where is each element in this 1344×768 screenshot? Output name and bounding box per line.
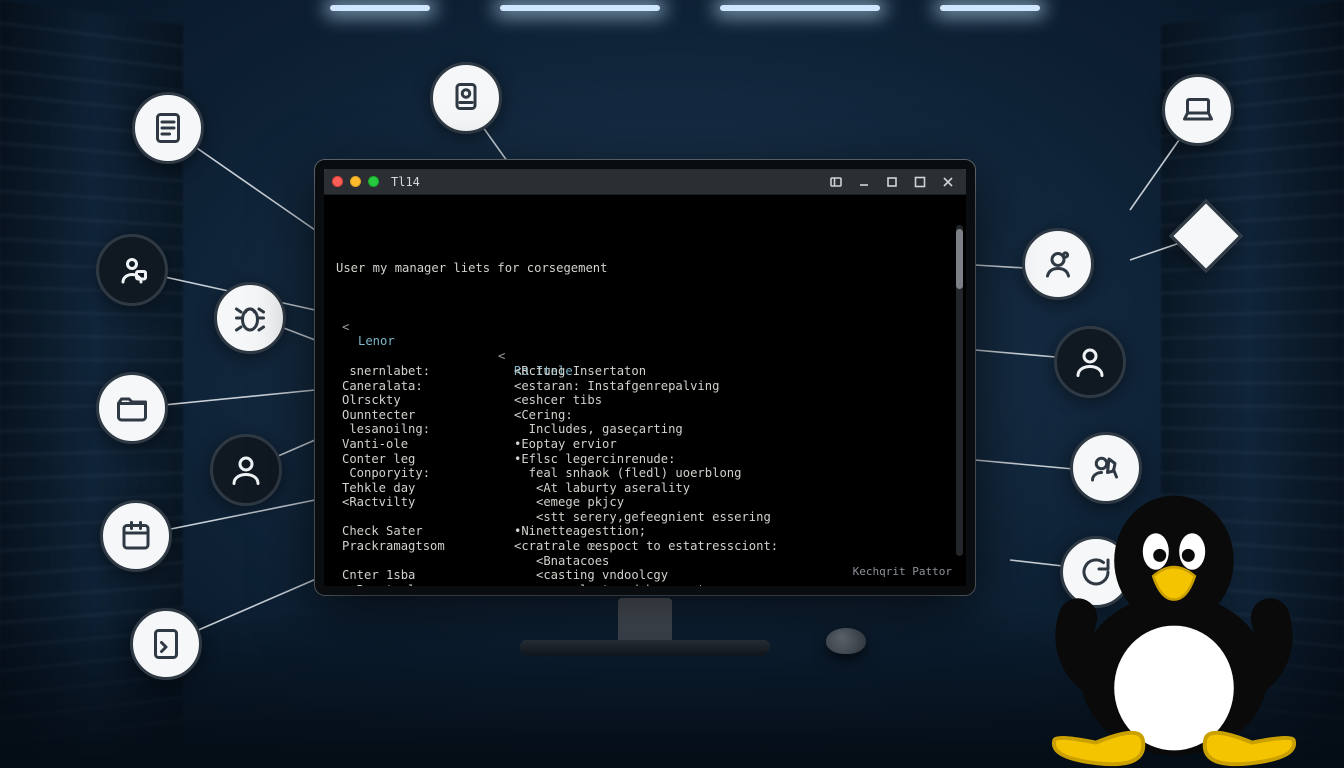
- row-right: <Rctung Insertaton: [514, 364, 646, 379]
- row-left: Conporyity:: [342, 466, 430, 481]
- profile-icon: [1054, 326, 1126, 398]
- row-left: Conter leg: [342, 452, 415, 467]
- row-left: Ounntecter: [342, 408, 415, 423]
- ceiling-light: [720, 5, 880, 11]
- row-right: •Ninetteagesttion;: [514, 524, 646, 539]
- term-columns-header: < Lenor < Ro Itele: [336, 305, 954, 320]
- avatar-icon: [1022, 228, 1094, 300]
- traffic-lights: [332, 176, 379, 187]
- terminal-row: lesanoilng: Includes, gaseçarting: [336, 422, 954, 437]
- row-left: lesanoilng:: [342, 422, 430, 437]
- script-icon: [130, 608, 202, 680]
- left-collapse-marker: <: [342, 320, 349, 335]
- bug-icon: [214, 282, 286, 354]
- watermark: Kechqrit Pattor: [853, 565, 952, 580]
- terminal-row: <stt serery,gefeegnient essering: [336, 510, 954, 525]
- terminal-row: Caneralata: <estaran: Instafgenrepalving: [336, 379, 954, 394]
- row-right: <eoslert_cad brogpectonas: [514, 583, 734, 586]
- row-right: <Bnatacoes: [514, 554, 609, 569]
- terminal-row: Ounntecter <Cering:: [336, 408, 954, 423]
- restore-button[interactable]: [882, 173, 902, 191]
- right-collapse-marker: <: [498, 349, 505, 364]
- panel-icon[interactable]: [826, 173, 846, 191]
- left-column-header: Lenor: [358, 334, 395, 349]
- ceiling-light: [940, 5, 1040, 11]
- minimize-traffic-light[interactable]: [350, 176, 361, 187]
- terminal-row: Vanti-ole •Eoptay ervior: [336, 437, 954, 452]
- row-right: <At laburty aserality: [514, 481, 690, 496]
- row-left: snernlabet:: [342, 364, 430, 379]
- terminal-row: <Ractvilty <emege pkjcy: [336, 495, 954, 510]
- checklist-icon: [132, 92, 204, 164]
- minimize-button[interactable]: [854, 173, 874, 191]
- terminal-row: Conter leg •Eflsc legercinrenude:: [336, 452, 954, 467]
- row-right: •Eoptay ervior: [514, 437, 617, 452]
- terminal-row: Prackramagtsom <cratrale œespoct to estat…: [336, 539, 954, 554]
- titlebar: Tl14: [324, 169, 966, 195]
- terminal-row: snernlabet: <Rctung Insertaton: [336, 364, 954, 379]
- terminal-row: Olrsckty <eshcer tibs: [336, 393, 954, 408]
- row-left: Prackramagtsom: [342, 539, 445, 554]
- ceiling-light: [330, 5, 430, 11]
- window-title: Tl14: [391, 175, 420, 189]
- row-left: ~ Rasetonly: [342, 583, 423, 586]
- row-right: <casting vndoolcgy: [514, 568, 668, 583]
- monitor-stand-base: [520, 640, 770, 656]
- row-right: <eshcer tibs: [514, 393, 602, 408]
- row-right: <emege pkjcy: [514, 495, 624, 510]
- row-left: Tehkle day: [342, 481, 415, 496]
- tux-mascot-icon: [1044, 478, 1304, 768]
- row-left: <Ractvilty: [342, 495, 415, 510]
- row-left: Check Sater: [342, 524, 423, 539]
- row-right: •Eflsc legercinrenude:: [514, 452, 675, 467]
- row-right: <cratrale œespoct to estatressciont:: [514, 539, 778, 554]
- row-left: Olrsckty: [342, 393, 401, 408]
- row-right: <stt serery,gefeegnient essering: [514, 510, 771, 525]
- term-header: User my manager liets for corsegement: [336, 261, 954, 276]
- close-traffic-light[interactable]: [332, 176, 343, 187]
- terminal-row: Tehkle day <At laburty aserality: [336, 481, 954, 496]
- terminal-rows: snernlabet:<Rctung InsertatonCaneralata:…: [336, 364, 954, 586]
- maximize-button[interactable]: [910, 173, 930, 191]
- terminal-row: Conporyity: feal snhaok (fledl) uoerblon…: [336, 466, 954, 481]
- zoom-traffic-light[interactable]: [368, 176, 379, 187]
- security-icon: [96, 234, 168, 306]
- row-right: <estaran: Instafgenrepalving: [514, 379, 719, 394]
- row-left: Vanti-ole: [342, 437, 408, 452]
- terminal-row: Check Sater •Ninetteagesttion;: [336, 524, 954, 539]
- monitor-stand-neck: [618, 598, 672, 644]
- scrollbar[interactable]: [956, 225, 963, 556]
- badge-icon: [430, 62, 502, 134]
- calendar-icon: [100, 500, 172, 572]
- row-left: Caneralata:: [342, 379, 423, 394]
- row-right: feal snhaok (fledl) uoerblong: [514, 466, 741, 481]
- laptop-icon: [1162, 74, 1234, 146]
- row-left: Cnter 1sba: [342, 568, 415, 583]
- terminal-row: ~ Rasetonly <eoslert_cad brogpectonas: [336, 583, 954, 586]
- terminal-body[interactable]: User my manager liets for corsegement < …: [324, 195, 966, 586]
- ceiling-light: [500, 5, 660, 11]
- user-icon: [210, 434, 282, 506]
- row-right: <Cering:: [514, 408, 573, 423]
- close-button[interactable]: [938, 173, 958, 191]
- terminal-window: Tl14 User my manager liets for corsegeme…: [315, 160, 975, 595]
- row-right: Includes, gaseçarting: [514, 422, 683, 437]
- folder-icon: [96, 372, 168, 444]
- mouse: [826, 628, 866, 654]
